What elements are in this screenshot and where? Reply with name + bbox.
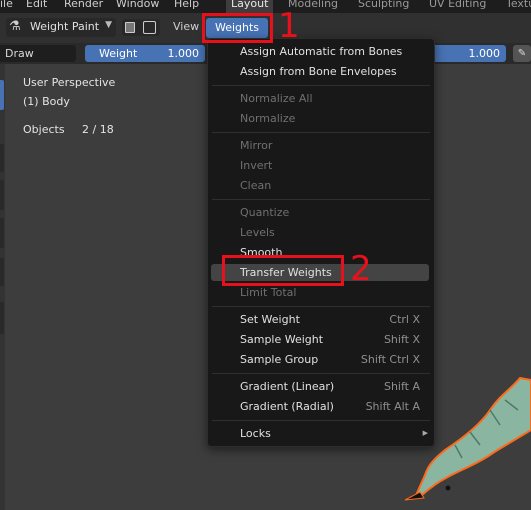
workspace-tab-layout[interactable]: Layout bbox=[226, 0, 274, 13]
menu-edit[interactable]: Edit bbox=[26, 0, 47, 10]
objects-label: Objects bbox=[23, 123, 65, 136]
weight-field[interactable]: Weight 1.000 bbox=[85, 45, 205, 62]
paint-mask-icon bbox=[125, 22, 135, 33]
tool-item[interactable] bbox=[0, 218, 4, 248]
menu-item-sample-weight[interactable]: Sample Weight bbox=[240, 333, 323, 346]
mode-selector[interactable]: ⚗ Weight Paint ▼ bbox=[6, 18, 116, 37]
annotation-box-weights-menu bbox=[202, 13, 273, 43]
menu-separator bbox=[212, 420, 430, 421]
tool-item[interactable] bbox=[0, 302, 4, 334]
tool-item[interactable] bbox=[0, 144, 4, 172]
menu-separator bbox=[212, 373, 430, 374]
annotation-number-1: 1 bbox=[278, 6, 300, 46]
menu-render[interactable]: Render bbox=[64, 0, 103, 10]
view-menu[interactable]: View bbox=[173, 20, 199, 33]
menu-window[interactable]: Window bbox=[116, 0, 159, 10]
strength-value: 1.000 bbox=[468, 47, 501, 60]
pen-pressure-icon[interactable]: ✎ bbox=[513, 45, 531, 62]
shortcut-sample-group: Shift Ctrl X bbox=[360, 353, 420, 366]
menu-item-gradient-linear[interactable]: Gradient (Linear) bbox=[240, 380, 334, 393]
menu-separator bbox=[212, 132, 430, 133]
mode-label: Weight Paint bbox=[30, 20, 100, 33]
menu-item-mirror: Mirror bbox=[240, 139, 273, 152]
objects-count: 2 / 18 bbox=[82, 123, 114, 136]
tool-active[interactable] bbox=[0, 80, 4, 110]
shortcut-set-weight: Ctrl X bbox=[389, 313, 420, 326]
menu-item-quantize: Quantize bbox=[240, 206, 290, 219]
menu-file[interactable]: ile bbox=[0, 0, 13, 10]
xray-toggle[interactable] bbox=[122, 19, 160, 36]
menu-item-normalize-all: Normalize All bbox=[240, 92, 313, 105]
weight-label: Weight bbox=[99, 47, 138, 60]
brush-selector[interactable]: Draw bbox=[0, 45, 76, 62]
shortcut-gradient-linear: Shift A bbox=[383, 380, 420, 393]
menu-item-limit-total: Limit Total bbox=[240, 286, 297, 299]
viewport-perspective-label: User Perspective bbox=[23, 76, 116, 89]
chevron-down-icon: ▼ bbox=[105, 20, 112, 30]
viewport-object-label: (1) Body bbox=[23, 95, 70, 108]
annotation-box-transfer-weights bbox=[222, 255, 344, 286]
menu-item-gradient-radial[interactable]: Gradient (Radial) bbox=[240, 400, 334, 413]
menu-separator bbox=[212, 199, 430, 200]
menu-item-clean: Clean bbox=[240, 179, 272, 192]
menu-item-set-weight[interactable]: Set Weight bbox=[240, 313, 300, 326]
annotation-number-2: 2 bbox=[350, 249, 372, 289]
brush-label: Draw bbox=[5, 47, 34, 60]
workspace-tab-uv-editing[interactable]: UV Editing bbox=[429, 0, 486, 10]
menu-help[interactable]: Help bbox=[174, 0, 199, 10]
vertex-mask-icon bbox=[143, 21, 156, 34]
weights-dropdown-menu: Assign Automatic from Bones Assign from … bbox=[207, 38, 435, 447]
shortcut-sample-weight: Shift X bbox=[383, 333, 420, 346]
menu-item-assign-from-bone-envelopes[interactable]: Assign from Bone Envelopes bbox=[240, 65, 397, 78]
weight-value: 1.000 bbox=[167, 47, 200, 60]
menu-separator bbox=[212, 306, 430, 307]
tool-shelf bbox=[0, 64, 5, 510]
menu-item-normalize: Normalize bbox=[240, 112, 296, 125]
weight-paint-mode-icon: ⚗ bbox=[9, 19, 21, 34]
shortcut-gradient-radial: Shift Alt A bbox=[365, 400, 420, 413]
tool-item[interactable] bbox=[0, 180, 4, 210]
workspace-tab-texture[interactable]: Texture bbox=[506, 0, 531, 10]
menu-item-sample-group[interactable]: Sample Group bbox=[240, 353, 318, 366]
menu-item-levels: Levels bbox=[240, 226, 275, 239]
strength-field[interactable]: 1.000 bbox=[430, 45, 506, 62]
top-menu-bar: ile Edit Render Window Help Layout Model… bbox=[0, 0, 531, 13]
menu-item-invert: Invert bbox=[240, 159, 273, 172]
menu-item-assign-automatic-from-bones[interactable]: Assign Automatic from Bones bbox=[240, 45, 402, 58]
workspace-tab-sculpting[interactable]: Sculpting bbox=[358, 0, 409, 10]
menu-separator bbox=[212, 85, 430, 86]
menu-item-locks[interactable]: Locks bbox=[240, 427, 271, 440]
tool-item[interactable] bbox=[0, 258, 4, 286]
submenu-arrow-icon: ▶ bbox=[422, 429, 428, 437]
